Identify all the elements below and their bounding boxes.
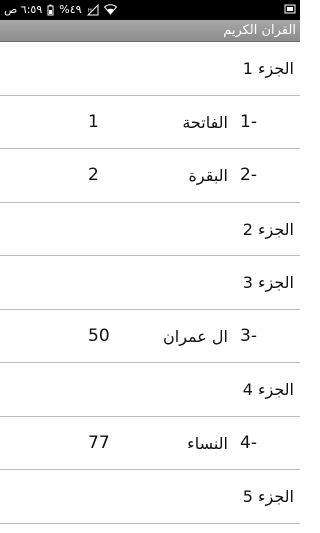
sura-row[interactable]: 4- النساء 77 bbox=[0, 417, 300, 470]
juz-row[interactable]: الجزء 3 bbox=[0, 256, 300, 310]
signal-icon: H bbox=[86, 3, 99, 16]
sim-icon bbox=[284, 3, 296, 14]
juz-row[interactable]: الجزء 5 bbox=[0, 470, 300, 524]
juz-label: الجزء 4 bbox=[242, 380, 294, 399]
sura-page: 77 bbox=[88, 432, 110, 453]
sura-row[interactable]: 2- البقرة 2 bbox=[0, 149, 300, 203]
sura-name: النساء bbox=[187, 433, 228, 453]
battery-percent: %٤٩ bbox=[59, 3, 82, 16]
battery-icon bbox=[47, 4, 54, 16]
app-title-bar: القران الكريم bbox=[0, 20, 300, 42]
sura-number: 1- bbox=[240, 111, 257, 132]
sura-number: 3- bbox=[240, 325, 257, 346]
sura-name: البقرة bbox=[188, 166, 228, 185]
wifi-icon bbox=[103, 4, 117, 15]
juz-sura-list: الجزء 1 1- الفاتحة 1 2- البقرة 2 الجزء 2… bbox=[0, 42, 300, 524]
sura-row[interactable]: 1- الفاتحة 1 bbox=[0, 96, 300, 149]
status-time: ٦:٥٩ ص bbox=[4, 3, 43, 16]
sura-page: 1 bbox=[88, 111, 99, 132]
sura-number: 4- bbox=[240, 432, 257, 453]
status-bar: ٦:٥٩ ص %٤٩ H bbox=[0, 0, 300, 20]
sura-name: ال عمران bbox=[163, 326, 228, 346]
sura-name: الفاتحة bbox=[182, 112, 228, 132]
juz-row[interactable]: الجزء 4 bbox=[0, 363, 300, 417]
juz-row[interactable]: الجزء 1 bbox=[0, 42, 300, 96]
status-left: ٦:٥٩ ص %٤٩ H bbox=[4, 3, 117, 16]
sura-number: 2- bbox=[240, 165, 257, 185]
juz-label: الجزء 3 bbox=[242, 273, 294, 292]
sura-row[interactable]: 3- ال عمران 50 bbox=[0, 310, 300, 363]
juz-label: الجزء 5 bbox=[242, 487, 294, 506]
sura-page: 50 bbox=[88, 325, 110, 346]
juz-row[interactable]: الجزء 2 bbox=[0, 203, 300, 256]
sura-page: 2 bbox=[88, 165, 99, 185]
status-right bbox=[284, 3, 296, 14]
app-title: القران الكريم bbox=[223, 23, 296, 38]
juz-label: الجزء 2 bbox=[242, 219, 294, 239]
juz-label: الجزء 1 bbox=[242, 59, 294, 78]
svg-text:H: H bbox=[88, 8, 92, 14]
